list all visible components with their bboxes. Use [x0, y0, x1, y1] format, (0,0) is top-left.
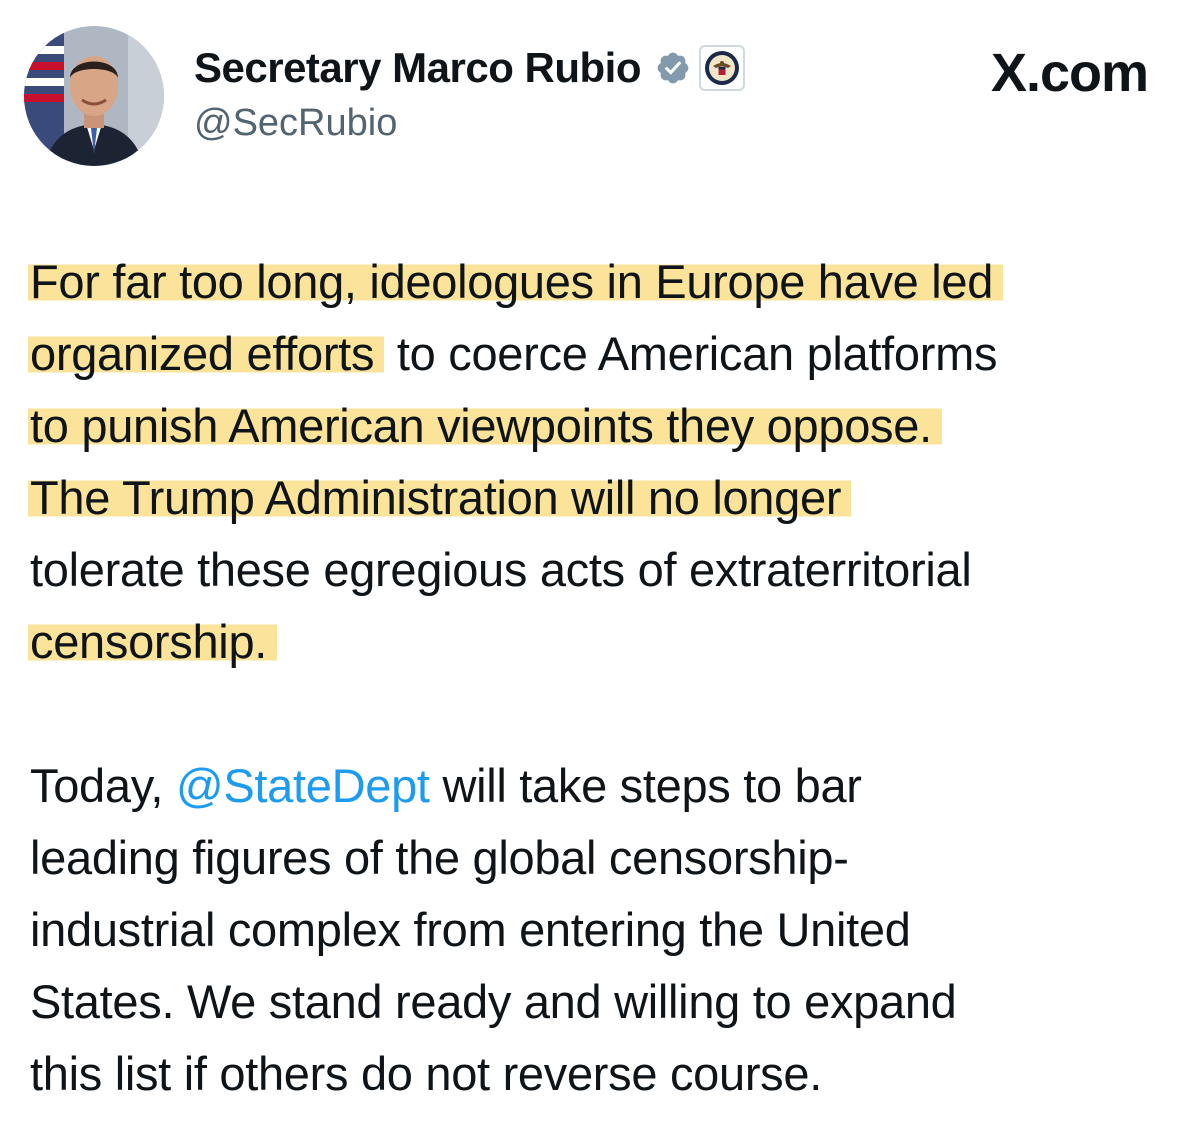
highlighted-text: to punish American viewpoints they oppos…: [28, 399, 942, 452]
text-line: Today, @StateDept will take steps to bar: [30, 750, 1180, 822]
text-line: The Trump Administration will no longer: [28, 462, 1180, 534]
profile-photo: [24, 26, 164, 166]
author-name-row: Secretary Marco Rubio: [194, 40, 745, 96]
plain-text: Today,: [30, 759, 176, 812]
post-text: For far too long, ideologues in Europe h…: [28, 246, 1180, 1110]
text-line: leading figures of the global censorship…: [30, 831, 849, 884]
text-line: industrial complex from entering the Uni…: [30, 903, 911, 956]
verified-badge-icon[interactable]: [655, 50, 691, 86]
text-line: organized efforts to coerce American pla…: [28, 318, 1180, 390]
plain-text: to coerce American platforms: [384, 327, 998, 380]
paragraph-2: Today, @StateDept will take steps to bar…: [30, 750, 1180, 1110]
plain-text: tolerate these egregious acts of extrate…: [30, 543, 972, 596]
paragraph-1: For far too long, ideologues in Europe h…: [28, 246, 1180, 678]
site-label: X.com: [990, 43, 1149, 103]
highlighted-text: For far too long, ideologues in Europe h…: [28, 255, 1004, 308]
highlighted-text: censorship.: [28, 615, 278, 668]
author-handle[interactable]: @SecRubio: [194, 102, 397, 145]
post-card: Secretary Marco Rubio @SecRubio X.com Fo…: [0, 0, 1200, 1147]
text-line: For far too long, ideologues in Europe h…: [28, 246, 1180, 318]
text-line: this list if others do not reverse cours…: [30, 1047, 822, 1100]
highlighted-text: organized efforts: [28, 327, 385, 380]
text-line: to punish American viewpoints they oppos…: [28, 390, 1180, 462]
text-line: tolerate these egregious acts of extrate…: [30, 534, 1180, 606]
plain-text: will take steps to bar: [429, 759, 862, 812]
affiliation-badge[interactable]: [699, 45, 745, 91]
highlighted-text: The Trump Administration will no longer: [28, 471, 852, 524]
avatar[interactable]: [24, 26, 164, 166]
text-line: States. We stand ready and willing to ex…: [30, 975, 957, 1028]
author-display-name[interactable]: Secretary Marco Rubio: [194, 44, 642, 92]
state-department-seal-icon: [705, 51, 739, 85]
text-line: censorship.: [28, 606, 1180, 678]
mention-link[interactable]: @StateDept: [176, 759, 430, 812]
